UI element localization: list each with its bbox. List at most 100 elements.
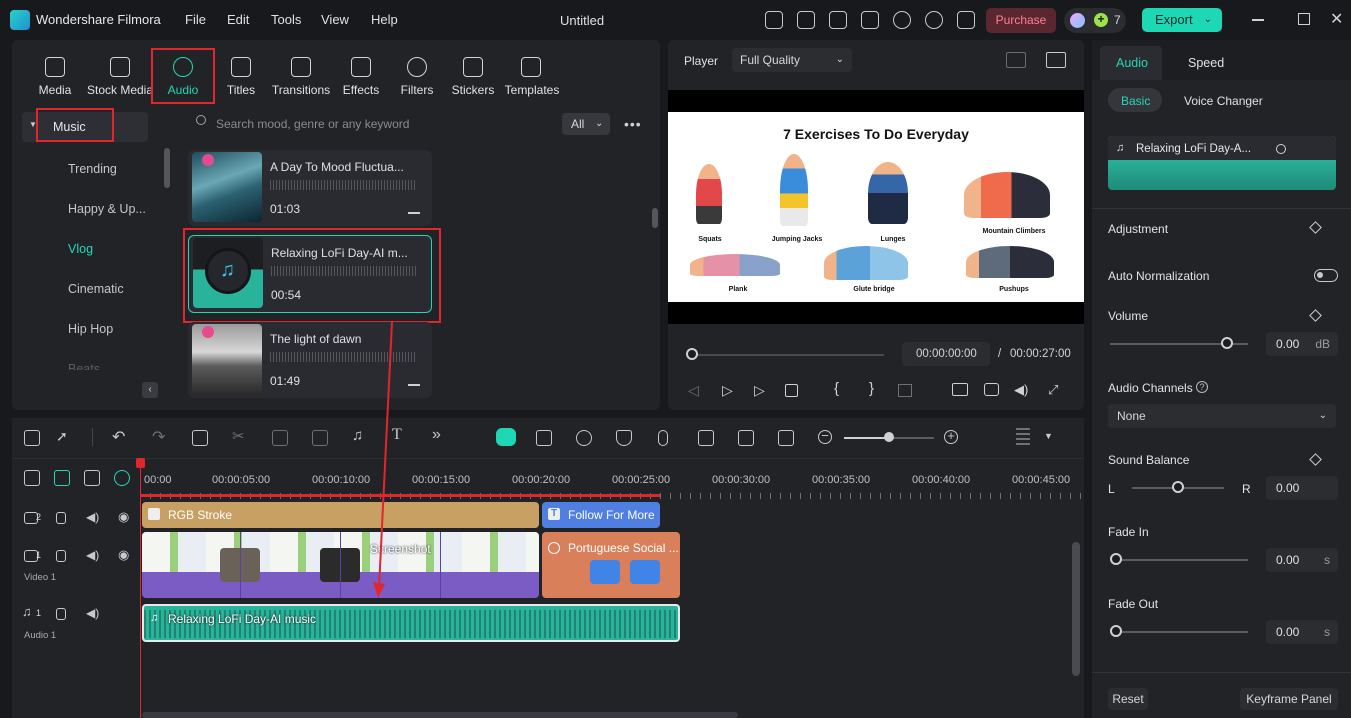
volume-icon[interactable]: ◀) bbox=[86, 606, 99, 620]
tab-stock-media[interactable]: Stock Media bbox=[86, 40, 154, 102]
volume-icon[interactable]: ◀) bbox=[86, 510, 99, 524]
undo-icon[interactable]: ↶ bbox=[112, 427, 125, 447]
menu-edit[interactable]: Edit bbox=[227, 12, 249, 27]
sidebar-item-vlog[interactable]: Vlog bbox=[68, 242, 93, 256]
snapshot-icon[interactable] bbox=[738, 430, 754, 446]
layout-grid-icon[interactable] bbox=[24, 430, 40, 446]
maximize-icon[interactable] bbox=[1298, 13, 1310, 25]
tab-transitions[interactable]: Transitions bbox=[270, 40, 332, 102]
clipboard-icon[interactable] bbox=[797, 11, 815, 29]
next-frame-icon[interactable]: ▷ bbox=[722, 382, 733, 399]
tab-effects[interactable]: Effects bbox=[330, 40, 392, 102]
caret-down-icon[interactable]: ▼ bbox=[1044, 431, 1053, 441]
mark-out-icon[interactable]: } bbox=[869, 380, 874, 397]
magnet-snap-icon[interactable] bbox=[114, 470, 130, 486]
headset-icon[interactable] bbox=[925, 11, 943, 29]
filter-dropdown[interactable]: All ⌄ bbox=[562, 113, 610, 135]
timeline-horizontal-scrollbar[interactable] bbox=[142, 712, 738, 718]
tab-filters[interactable]: Filters bbox=[386, 40, 448, 102]
fade-out-slider[interactable] bbox=[1110, 631, 1248, 633]
audio-card[interactable]: A Day To Mood Fluctua... 01:03 bbox=[188, 150, 432, 226]
current-time-box[interactable]: 00:00:00:00 bbox=[902, 342, 990, 366]
microphone-icon[interactable] bbox=[658, 430, 668, 446]
eye-icon[interactable]: ◉ bbox=[118, 547, 129, 563]
grid-view-icon[interactable] bbox=[1006, 52, 1026, 68]
render-icon[interactable] bbox=[576, 430, 592, 446]
track-options-icon[interactable] bbox=[1016, 428, 1030, 446]
keyframe-panel-button[interactable]: Keyframe Panel bbox=[1240, 688, 1338, 710]
zoom-slider-knob[interactable] bbox=[884, 432, 894, 442]
track-manager-icon[interactable] bbox=[84, 470, 100, 486]
volume-value-box[interactable]: 0.00 dB bbox=[1266, 332, 1338, 356]
zoom-out-icon[interactable]: − bbox=[818, 429, 832, 444]
fade-out-value-box[interactable]: 0.00 s bbox=[1266, 620, 1338, 644]
lock-icon[interactable] bbox=[56, 608, 66, 620]
tab-templates[interactable]: Templates bbox=[500, 40, 564, 102]
minimize-icon[interactable] bbox=[1252, 19, 1264, 21]
delete-icon[interactable] bbox=[192, 430, 208, 446]
volume-icon[interactable]: ◀) bbox=[86, 548, 99, 562]
play-icon[interactable]: ▷ bbox=[754, 382, 765, 399]
preview-knob[interactable] bbox=[1276, 144, 1286, 154]
balance-value-box[interactable]: 0.00 bbox=[1266, 476, 1338, 500]
eye-icon[interactable]: ◉ bbox=[118, 509, 129, 525]
audio-edit-icon[interactable]: ♫ bbox=[352, 427, 363, 444]
lock-icon[interactable] bbox=[56, 512, 66, 524]
save-icon[interactable] bbox=[861, 11, 879, 29]
fade-in-slider[interactable] bbox=[1110, 559, 1248, 561]
tab-audio-properties[interactable]: Audio bbox=[1100, 46, 1162, 80]
keyframe-diamond-icon[interactable] bbox=[1309, 453, 1322, 466]
crop-icon[interactable] bbox=[312, 430, 328, 446]
menu-view[interactable]: View bbox=[321, 12, 349, 27]
keyframe-diamond-icon[interactable] bbox=[1309, 309, 1322, 322]
ai-robot-icon[interactable] bbox=[496, 428, 516, 446]
redo-icon[interactable]: ↷ bbox=[152, 427, 165, 447]
tab-stickers[interactable]: Stickers bbox=[442, 40, 504, 102]
fullscreen-icon[interactable]: ⤢ bbox=[1048, 382, 1058, 398]
download-icon[interactable] bbox=[408, 200, 420, 214]
playhead-line[interactable] bbox=[140, 458, 141, 718]
sidebar-item-trending[interactable]: Trending bbox=[68, 162, 117, 176]
purchase-button[interactable]: Purchase bbox=[986, 8, 1056, 33]
snapshot-camera-icon[interactable] bbox=[984, 383, 999, 396]
credits-badge[interactable]: + 7 bbox=[1064, 8, 1126, 33]
shield-icon[interactable] bbox=[616, 430, 632, 446]
export-button[interactable]: Export ⌄ bbox=[1142, 8, 1222, 32]
monitor-icon[interactable] bbox=[952, 383, 968, 396]
collapse-sidebar-icon[interactable]: ‹ bbox=[142, 382, 158, 398]
fit-icon[interactable] bbox=[778, 430, 794, 446]
fade-in-value-box[interactable]: 0.00 s bbox=[1266, 548, 1338, 572]
playhead-knob[interactable] bbox=[686, 348, 698, 360]
audio-channels-dropdown[interactable]: None ⌄ bbox=[1108, 404, 1336, 428]
cloud-upload-icon[interactable] bbox=[893, 11, 911, 29]
sidebar-item-hip-hop[interactable]: Hip Hop bbox=[68, 322, 113, 336]
sound-balance-knob[interactable] bbox=[1172, 481, 1184, 493]
stop-icon[interactable] bbox=[785, 384, 798, 397]
video-clip-portuguese[interactable]: Portuguese Social ... bbox=[542, 532, 680, 598]
audio-list-icon[interactable] bbox=[698, 430, 714, 446]
tab-media[interactable]: Media bbox=[24, 40, 86, 102]
subtab-voice-changer[interactable]: Voice Changer bbox=[1184, 94, 1263, 108]
mark-in-icon[interactable]: { bbox=[834, 380, 839, 397]
timeline-vertical-scrollbar[interactable] bbox=[1072, 542, 1080, 676]
volume-slider-knob[interactable] bbox=[1221, 337, 1234, 349]
tab-titles[interactable]: Titles bbox=[210, 40, 272, 102]
add-media-icon[interactable] bbox=[536, 430, 552, 446]
sidebar-item-cinematic[interactable]: Cinematic bbox=[68, 282, 124, 296]
layout-icon[interactable] bbox=[829, 11, 847, 29]
send-icon[interactable] bbox=[765, 11, 783, 29]
playback-scrubber[interactable] bbox=[692, 354, 884, 356]
sidebar-scrollbar[interactable] bbox=[164, 148, 170, 188]
menu-tools[interactable]: Tools bbox=[271, 12, 301, 27]
keyframe-diamond-icon[interactable] bbox=[1309, 221, 1322, 234]
link-icon[interactable] bbox=[54, 470, 70, 486]
menu-help[interactable]: Help bbox=[371, 12, 398, 27]
lock-icon[interactable] bbox=[56, 550, 66, 562]
auto-normalization-toggle[interactable] bbox=[1314, 269, 1338, 282]
audio-detach-icon[interactable] bbox=[272, 430, 288, 446]
fade-out-knob[interactable] bbox=[1110, 625, 1122, 637]
fade-in-knob[interactable] bbox=[1110, 553, 1122, 565]
more-tools-icon[interactable]: » bbox=[432, 426, 441, 444]
close-icon[interactable]: ✕ bbox=[1330, 9, 1343, 29]
work-area-bar[interactable] bbox=[140, 494, 660, 497]
